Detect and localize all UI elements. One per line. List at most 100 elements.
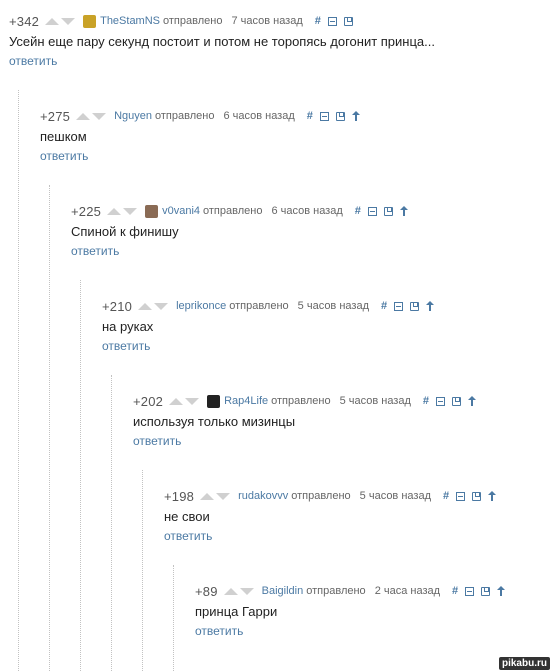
comment-sent-label: отправлено bbox=[155, 110, 215, 122]
comment-text: пешком bbox=[40, 129, 87, 144]
link-hash-icon[interactable]: # bbox=[443, 490, 449, 502]
comment-tools: # bbox=[423, 395, 477, 407]
comment-time[interactable]: 2 часа назад bbox=[375, 585, 440, 597]
comment-sent-label: отправлено bbox=[163, 15, 223, 27]
upvote-icon[interactable] bbox=[107, 207, 122, 215]
downvote-icon[interactable] bbox=[185, 397, 200, 405]
collapse-icon[interactable] bbox=[367, 206, 377, 216]
upvote-icon[interactable] bbox=[200, 492, 215, 500]
downvote-icon[interactable] bbox=[216, 492, 231, 500]
upvote-icon[interactable] bbox=[169, 397, 184, 405]
reply-link[interactable]: ответить bbox=[102, 339, 150, 353]
upvote-icon[interactable] bbox=[45, 17, 60, 25]
comment-time[interactable]: 5 часов назад bbox=[360, 490, 431, 502]
comment: +225 v0vani4 отправлено 6 часов назад # Спино… bbox=[71, 203, 408, 260]
comment-author[interactable]: Rap4Life bbox=[224, 395, 268, 407]
save-icon[interactable] bbox=[472, 491, 482, 501]
comment-time[interactable]: 6 часов назад bbox=[223, 110, 294, 122]
link-hash-icon[interactable]: # bbox=[452, 585, 458, 597]
user-avatar-icon[interactable] bbox=[83, 14, 97, 28]
comment-author[interactable]: Baigildin bbox=[262, 585, 304, 597]
comment-text: не свои bbox=[164, 509, 210, 524]
comment: +202 Rap4Life отправлено 5 часов назад # испо… bbox=[133, 393, 477, 450]
reply-link[interactable]: ответить bbox=[71, 244, 119, 258]
parent-arrow-icon[interactable] bbox=[351, 111, 360, 121]
comment-sent-label: отправлено bbox=[203, 205, 263, 217]
comment-header: +202 Rap4Life отправлено 5 часов назад # bbox=[133, 393, 477, 409]
comment-time[interactable]: 7 часов назад bbox=[231, 15, 302, 27]
save-icon[interactable] bbox=[343, 16, 353, 26]
collapse-icon[interactable] bbox=[436, 396, 446, 406]
thread-depth-line bbox=[80, 280, 81, 671]
comment-tools: # bbox=[443, 490, 497, 502]
link-hash-icon[interactable]: # bbox=[307, 110, 313, 122]
site-watermark: pikabu.ru bbox=[498, 657, 550, 670]
parent-arrow-icon[interactable] bbox=[488, 491, 497, 501]
link-hash-icon[interactable]: # bbox=[355, 205, 361, 217]
thread-depth-line bbox=[111, 375, 112, 671]
link-hash-icon[interactable]: # bbox=[381, 300, 387, 312]
comment-time[interactable]: 5 часов назад bbox=[340, 395, 411, 407]
user-avatar-icon[interactable] bbox=[145, 204, 159, 218]
save-icon[interactable] bbox=[335, 111, 345, 121]
reply-link[interactable]: ответить bbox=[40, 149, 88, 163]
comment-sent-label: отправлено bbox=[291, 490, 351, 502]
comment-tools: # bbox=[315, 15, 353, 27]
comment-text: используя только мизинцы bbox=[133, 414, 296, 429]
comment-author[interactable]: leprikonce bbox=[176, 300, 226, 312]
reply-link[interactable]: ответить bbox=[164, 529, 212, 543]
comment-author[interactable]: Nguyen bbox=[114, 110, 152, 122]
collapse-icon[interactable] bbox=[394, 301, 404, 311]
parent-arrow-icon[interactable] bbox=[399, 206, 408, 216]
comment-time[interactable]: 6 часов назад bbox=[271, 205, 342, 217]
reply-link[interactable]: ответить bbox=[133, 434, 181, 448]
downvote-icon[interactable] bbox=[92, 112, 107, 120]
thread-depth-line bbox=[49, 185, 50, 671]
comment-author[interactable]: rudakovvv bbox=[238, 490, 288, 502]
comment-tools: # bbox=[307, 110, 360, 122]
link-hash-icon[interactable]: # bbox=[423, 395, 429, 407]
collapse-icon[interactable] bbox=[456, 491, 466, 501]
collapse-icon[interactable] bbox=[319, 111, 329, 121]
comment-rating: +210 bbox=[102, 298, 133, 314]
comment-header: +275 Nguyen отправлено 6 часов назад # bbox=[40, 108, 360, 124]
downvote-icon[interactable] bbox=[61, 17, 76, 25]
comment-text: на руках bbox=[102, 319, 154, 334]
parent-arrow-icon[interactable] bbox=[497, 586, 506, 596]
comment: +198 rudakovvv отправлено 5 часов назад # не … bbox=[164, 488, 497, 545]
comment: +89 Baigildin отправлено 2 часа назад # принц… bbox=[195, 583, 506, 640]
comment-time[interactable]: 5 часов назад bbox=[298, 300, 369, 312]
downvote-icon[interactable] bbox=[123, 207, 138, 215]
comment-header: +210 leprikonce отправлено 5 часов назад # bbox=[102, 298, 435, 314]
upvote-icon[interactable] bbox=[76, 112, 91, 120]
upvote-icon[interactable] bbox=[138, 302, 153, 310]
collapse-icon[interactable] bbox=[327, 16, 337, 26]
link-hash-icon[interactable]: # bbox=[315, 15, 321, 27]
thread-depth-line bbox=[142, 470, 143, 671]
collapse-icon[interactable] bbox=[465, 586, 475, 596]
downvote-icon[interactable] bbox=[239, 587, 254, 595]
comment: +210 leprikonce отправлено 5 часов назад # на… bbox=[102, 298, 435, 355]
comment-author[interactable]: TheStamNS bbox=[100, 15, 160, 27]
user-avatar-icon[interactable] bbox=[207, 394, 221, 408]
comment-header: +89 Baigildin отправлено 2 часа назад # bbox=[195, 583, 506, 599]
downvote-icon[interactable] bbox=[154, 302, 169, 310]
comment-rating: +225 bbox=[71, 203, 102, 219]
parent-arrow-icon[interactable] bbox=[468, 396, 477, 406]
reply-link[interactable]: ответить bbox=[195, 624, 243, 638]
save-icon[interactable] bbox=[383, 206, 393, 216]
save-icon[interactable] bbox=[452, 396, 462, 406]
thread-depth-line bbox=[18, 90, 19, 671]
thread-depth-line bbox=[173, 565, 174, 671]
upvote-icon[interactable] bbox=[223, 587, 238, 595]
comment: +342 TheStamNS отправлено 7 часов назад # Усе… bbox=[9, 13, 435, 70]
comment-author[interactable]: v0vani4 bbox=[162, 205, 200, 217]
comment-header: +198 rudakovvv отправлено 5 часов назад # bbox=[164, 488, 497, 504]
comment-sent-label: отправлено bbox=[271, 395, 331, 407]
save-icon[interactable] bbox=[481, 586, 491, 596]
parent-arrow-icon[interactable] bbox=[426, 301, 435, 311]
save-icon[interactable] bbox=[410, 301, 420, 311]
reply-link[interactable]: ответить bbox=[9, 54, 57, 68]
comment-sent-label: отправлено bbox=[229, 300, 289, 312]
comment-tools: # bbox=[381, 300, 435, 312]
